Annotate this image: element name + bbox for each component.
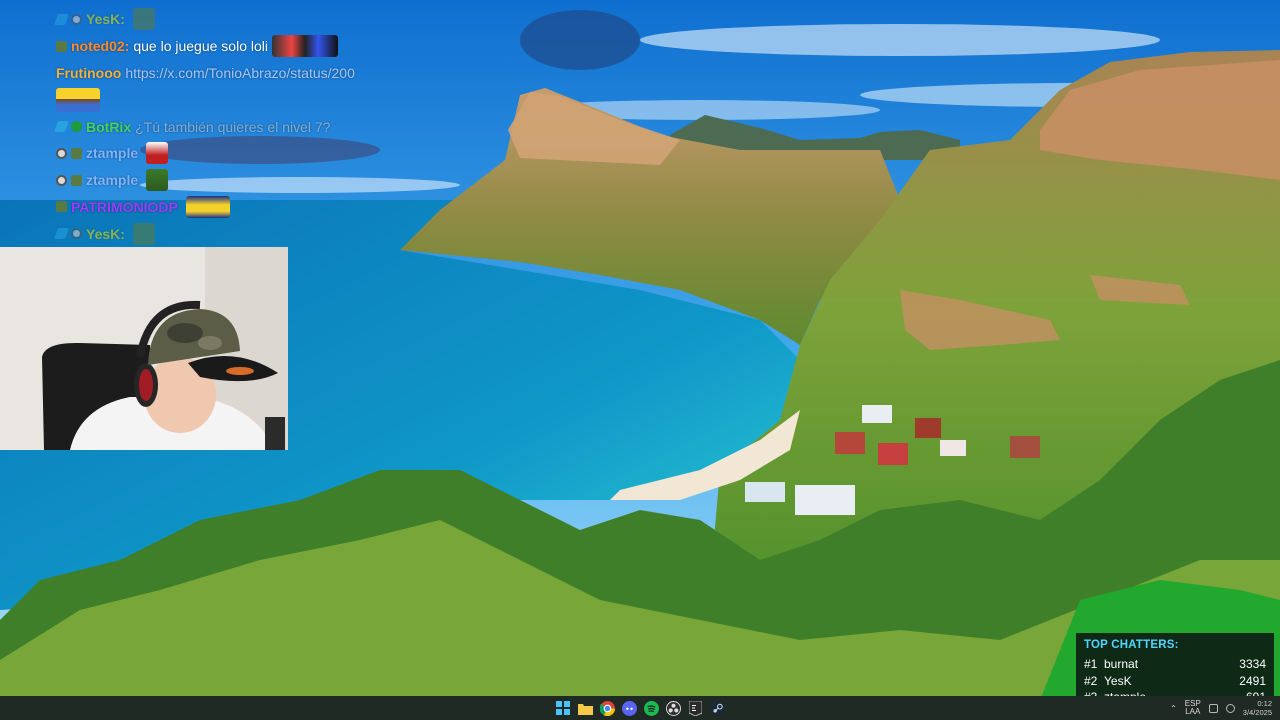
- emote-icon: [272, 35, 338, 58]
- emote-icon: [132, 222, 155, 245]
- chat-line: [56, 86, 476, 113]
- clock[interactable]: 0:12 3/4/2025: [1243, 699, 1272, 717]
- obs-icon[interactable]: [665, 700, 681, 716]
- webcam-feed: [0, 247, 288, 450]
- spotify-icon[interactable]: [643, 700, 659, 716]
- chat-username: YesK:: [86, 225, 125, 242]
- top-chatter-row: #1 burnat 3334: [1084, 656, 1266, 673]
- user-badge-icon: [71, 228, 82, 240]
- system-tray: ⌃ ESP LAA 0:12 3/4/2025: [1170, 696, 1272, 720]
- top-chatter-row: #2 YesK 2491: [1084, 673, 1266, 690]
- moderator-badge-icon: [53, 228, 70, 240]
- chat-line: ztample: [56, 167, 476, 194]
- chat-message: ¿Tú también quieres el nivel 7?: [135, 118, 331, 135]
- moderator-badge-icon: [53, 121, 70, 133]
- chat-line: PATRIMONIODP: [56, 194, 476, 221]
- chat-username: ztample: [86, 145, 139, 162]
- chat-line: ztample: [56, 140, 476, 167]
- stream-chat-overlay: YesK: noted02: que lo juegue solo loli F…: [53, 6, 476, 247]
- user-badge-icon: [56, 147, 67, 159]
- user-badge-icon: [71, 13, 82, 25]
- chatter-name: YesK: [1104, 673, 1132, 688]
- network-icon[interactable]: [1208, 703, 1218, 713]
- clock-time: 0:12: [1257, 699, 1272, 708]
- chat-message: que lo juegue solo loli: [133, 38, 268, 55]
- subscriber-badge-icon: [71, 174, 82, 186]
- moderator-badge-icon: [53, 13, 70, 25]
- chrome-icon[interactable]: [599, 700, 615, 716]
- volume-icon[interactable]: [1225, 703, 1235, 713]
- language-sub-label: LAA: [1185, 707, 1201, 716]
- emote-icon: [146, 142, 169, 165]
- chat-username: BotRix: [86, 118, 132, 135]
- emote-icon: [132, 8, 155, 31]
- chat-message-link[interactable]: https://x.com/TonioAbrazo/status/200: [125, 65, 355, 81]
- tray-chevron-up-icon[interactable]: ⌃: [1170, 704, 1177, 713]
- subscriber-badge-icon: [71, 147, 82, 159]
- emote-icon: [185, 195, 230, 218]
- chat-username: noted02:: [71, 38, 130, 55]
- chat-username: PATRIMONIODP: [71, 198, 178, 215]
- chat-line: noted02: que lo juegue solo loli: [56, 33, 476, 60]
- chatter-count: 3334: [1239, 657, 1266, 672]
- chatter-rank: #1: [1084, 657, 1098, 672]
- discord-icon[interactable]: [621, 700, 637, 716]
- subscriber-badge-icon: [56, 40, 67, 52]
- chatter-rank: #2: [1084, 673, 1098, 688]
- clock-date: 3/4/2025: [1242, 708, 1272, 717]
- chat-username: ztample: [86, 172, 139, 189]
- chatter-name: burnat: [1104, 657, 1139, 672]
- file-explorer-icon[interactable]: [577, 700, 593, 716]
- subscriber-badge-icon: [56, 201, 67, 213]
- chat-line: Frutinooo https://x.com/TonioAbrazo/stat…: [56, 60, 476, 87]
- windows-start-icon[interactable]: [555, 700, 571, 716]
- language-indicator[interactable]: ESP LAA: [1185, 700, 1201, 716]
- taskbar: ⌃ ESP LAA 0:12 3/4/2025: [0, 696, 1280, 720]
- chat-line: YesK:: [53, 6, 476, 33]
- chat-username: YesK:: [86, 11, 125, 28]
- top-chatters-title: TOP CHATTERS:: [1084, 639, 1179, 651]
- chatter-count: 2491: [1239, 673, 1266, 688]
- verified-badge-icon: [71, 121, 82, 133]
- epic-games-icon[interactable]: [687, 700, 703, 716]
- steam-icon[interactable]: [709, 700, 725, 716]
- emote-icon: [146, 169, 169, 192]
- chat-line: YesK:: [53, 220, 476, 247]
- chat-username: Frutinooo: [56, 64, 122, 81]
- user-badge-icon: [56, 174, 67, 186]
- taskbar-app-icons: [555, 700, 725, 716]
- chat-line: BotRix ¿Tú también quieres el nivel 7?: [53, 113, 476, 140]
- emote-icon: [56, 87, 100, 112]
